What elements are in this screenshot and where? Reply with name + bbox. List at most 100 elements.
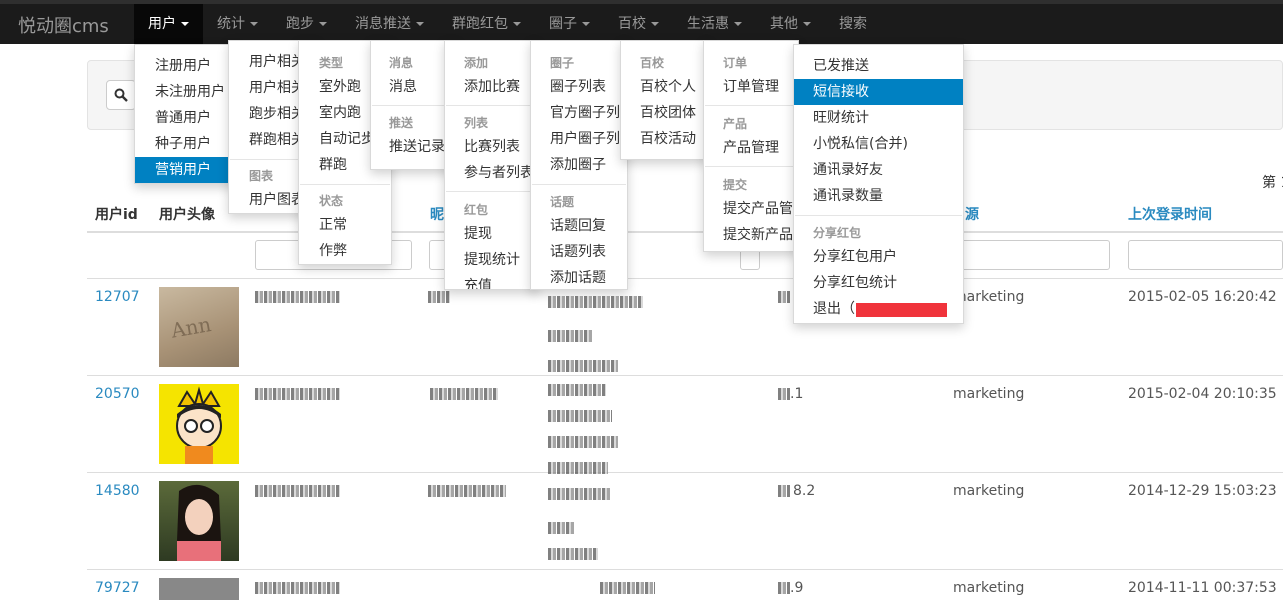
menu-item-cheat[interactable]: 作弊 — [319, 238, 347, 264]
nav-redpack-label: 群跑红包 — [452, 16, 508, 32]
cartoon-avatar-image — [176, 386, 222, 464]
menu-item-contacts-count[interactable]: 通讯录数量 — [813, 183, 883, 209]
menu-item-official-circles[interactable]: 官方圈子列 — [550, 100, 620, 126]
menu-item-push-records[interactable]: 推送记录 — [389, 134, 445, 160]
filter-input-last-login[interactable] — [1128, 240, 1283, 270]
user-id-link[interactable]: 20570 — [95, 386, 140, 402]
source-value: marketing — [953, 580, 1025, 596]
menu-item-share-redpack-users[interactable]: 分享红包用户 — [813, 244, 897, 270]
col-header-avatar: 用户头像 — [159, 207, 215, 223]
caret-down-icon — [734, 22, 742, 26]
menu-item-indoor[interactable]: 室内跑 — [319, 100, 361, 126]
menu-item-school-activity[interactable]: 百校活动 — [640, 126, 696, 152]
menu-item-school-individual[interactable]: 百校个人 — [640, 74, 696, 100]
user-id-link[interactable]: 12707 — [95, 289, 140, 305]
nav-life[interactable]: 生活惠 — [673, 4, 756, 44]
menu-divider — [532, 184, 626, 185]
menu-item-share-redpack-stats[interactable]: 分享红包统计 — [813, 270, 897, 296]
redacted-phone — [255, 582, 340, 594]
redacted-nickname — [428, 291, 450, 303]
nav-push[interactable]: 消息推送 — [341, 4, 438, 44]
menu-item-add-race[interactable]: 添加比赛 — [464, 74, 520, 100]
menu-item-stats-user[interactable]: 用户相关 — [249, 49, 305, 75]
nav-stats[interactable]: 统计 — [203, 4, 272, 44]
school-dropdown-menu: 百校 百校个人 百校团体 百校活动 — [620, 40, 710, 160]
life-dropdown-menu: 订单 订单管理 产品 产品管理 提交 提交产品管 提交新产品 — [703, 40, 799, 252]
menu-item-recharge[interactable]: 充值 — [464, 273, 492, 289]
menu-item-logout[interactable]: 退出（ — [813, 296, 855, 322]
menu-item-participant-list[interactable]: 参与者列表 — [464, 160, 534, 186]
menu-item-sent-push[interactable]: 已发推送 — [813, 53, 869, 79]
source-value: marketing — [953, 483, 1025, 499]
menu-item-withdraw[interactable]: 提现 — [464, 221, 492, 247]
menu-item-submit-new-product[interactable]: 提交新产品 — [723, 222, 793, 248]
menu-item-sms-receive[interactable]: 短信接收 — [794, 79, 963, 105]
avatar: Ann — [159, 287, 239, 367]
menu-item-school-team[interactable]: 百校团体 — [640, 100, 696, 126]
menu-item-grouprun[interactable]: 群跑 — [319, 152, 347, 178]
user-id-link[interactable]: 79727 — [95, 580, 140, 596]
redacted-menu-item — [548, 488, 610, 500]
menu-item-registered[interactable]: 注册用户 — [155, 53, 211, 79]
menu-item-withdraw-stats[interactable]: 提现统计 — [464, 247, 520, 273]
menu-item-topic-replies[interactable]: 话题回复 — [550, 213, 606, 239]
nav-school[interactable]: 百校 — [604, 4, 673, 44]
redacted-menu-item — [548, 548, 598, 560]
redacted-phone — [255, 291, 340, 303]
search-button[interactable] — [106, 80, 136, 110]
brand-logo[interactable]: 悦动圈cms — [18, 12, 109, 38]
menu-item-stats-user-2[interactable]: 用户相关 — [249, 75, 305, 101]
menu-divider — [705, 105, 797, 106]
filter-input-source[interactable] — [950, 240, 1110, 270]
menu-item-private-messages[interactable]: 小悦私信(合并) — [813, 131, 908, 157]
menu-item-topic-list[interactable]: 话题列表 — [550, 239, 606, 265]
menu-item-circle-list[interactable]: 圈子列表 — [550, 74, 606, 100]
menu-item-product-manage[interactable]: 产品管理 — [723, 135, 779, 161]
redacted-menu-item — [548, 384, 606, 396]
menu-item-outdoor[interactable]: 室外跑 — [319, 74, 361, 100]
nav-other[interactable]: 其他 — [756, 4, 825, 44]
nav-circle[interactable]: 圈子 — [535, 4, 604, 44]
menu-item-race-list[interactable]: 比赛列表 — [464, 134, 520, 160]
user-id-link[interactable]: 14580 — [95, 483, 140, 499]
menu-item-autostep[interactable]: 自动记步 — [319, 126, 375, 152]
menu-divider — [705, 166, 797, 167]
menu-item-seed[interactable]: 种子用户 — [155, 131, 211, 157]
sand-writing-image: Ann — [168, 312, 213, 343]
menu-item-message[interactable]: 消息 — [389, 74, 417, 100]
menu-header-list: 列表 — [464, 116, 489, 130]
nav-user[interactable]: 用户 — [134, 4, 203, 44]
menu-header-message: 消息 — [389, 56, 414, 70]
menu-item-user-circles[interactable]: 用户圈子列 — [550, 126, 620, 152]
redacted-menu-item — [548, 330, 593, 342]
menu-item-stats-run[interactable]: 跑步相关 — [249, 101, 305, 127]
table-header-divider — [87, 231, 1283, 233]
menu-divider — [300, 184, 390, 185]
menu-item-wangcai-stats[interactable]: 旺财统计 — [813, 105, 869, 131]
redacted-menu-item — [548, 522, 574, 534]
menu-item-submit-product-manage[interactable]: 提交产品管 — [723, 196, 793, 222]
nav-redpack[interactable]: 群跑红包 — [438, 4, 535, 44]
search-icon — [114, 88, 128, 102]
menu-item-normal[interactable]: 普通用户 — [155, 105, 211, 131]
col-header-last-login[interactable]: 上次登录时间 — [1128, 204, 1212, 224]
redacted-ip — [778, 291, 790, 303]
avatar — [159, 384, 239, 464]
menu-item-add-circle[interactable]: 添加圈子 — [550, 152, 606, 178]
nav-search-label: 搜索 — [839, 16, 867, 32]
menu-item-contacts-friends[interactable]: 通讯录好友 — [813, 157, 883, 183]
caret-down-icon — [513, 22, 521, 26]
nav-run[interactable]: 跑步 — [272, 4, 341, 44]
nav-circle-label: 圈子 — [549, 16, 577, 32]
menu-item-stats-grouprun[interactable]: 群跑相关 — [249, 127, 305, 153]
last-login-value: 2014-12-29 15:03:23 — [1128, 483, 1277, 499]
nav-search[interactable]: 搜索 — [825, 4, 881, 44]
circle-dropdown-menu: 圈子 圈子列表 官方圈子列 用户圈子列 添加圈子 话题 话题回复 话题列表 添加… — [530, 40, 628, 290]
menu-item-add-topic[interactable]: 添加话题 — [550, 265, 606, 291]
menu-item-marketing[interactable]: 营销用户 — [135, 157, 241, 183]
menu-item-order-manage[interactable]: 订单管理 — [723, 74, 779, 100]
menu-item-user-chart[interactable]: 用户图表 — [249, 187, 305, 213]
col-header-source[interactable]: 源 — [965, 204, 979, 224]
menu-item-unregistered[interactable]: 未注册用户 — [155, 79, 225, 105]
menu-item-normal-status[interactable]: 正常 — [319, 212, 347, 238]
